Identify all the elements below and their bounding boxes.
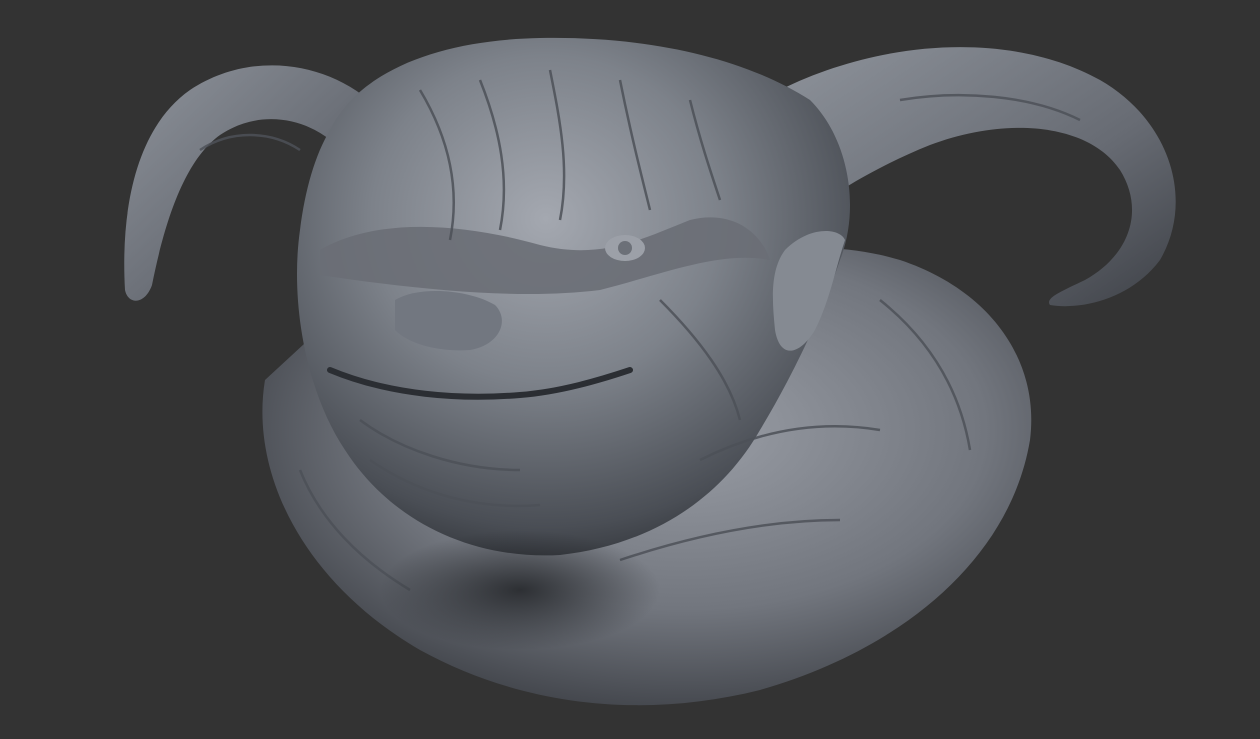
creature-bust-render	[124, 37, 1176, 706]
sculpt-viewport[interactable]	[0, 0, 1260, 739]
